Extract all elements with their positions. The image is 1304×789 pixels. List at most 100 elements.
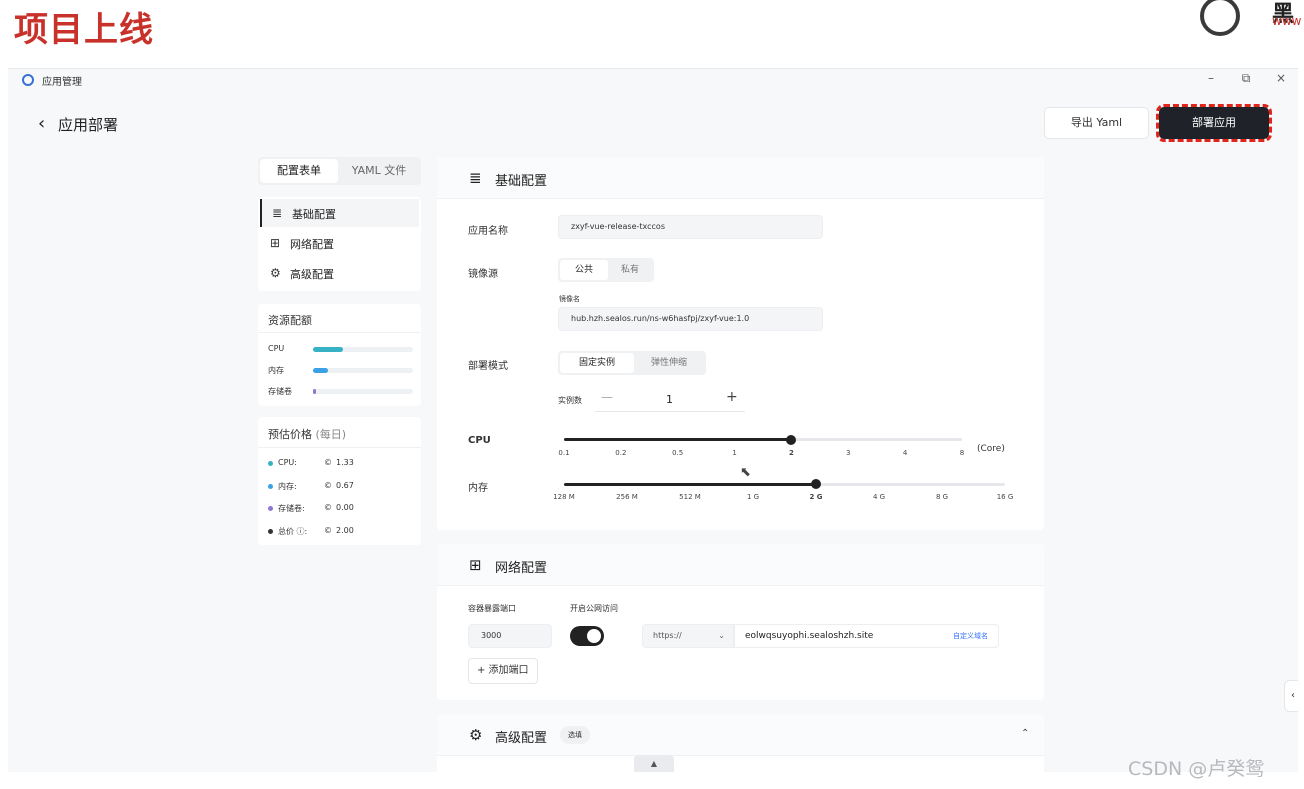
nav-item-advanced[interactable]: ⚙ 高级配置 bbox=[260, 259, 419, 287]
section-title: 网络配置 bbox=[495, 561, 548, 576]
back-chevron-icon[interactable]: ‹ bbox=[38, 113, 45, 134]
resource-bar-fill bbox=[313, 389, 316, 394]
app-window: 应用管理 – ⧉ × ‹ 应用部署 导出 Yaml 部署应用 配置表单 YAML… bbox=[8, 68, 1298, 772]
side-panel-toggle[interactable]: ‹ bbox=[1284, 680, 1298, 712]
cpu-tick-label[interactable]: 0.5 bbox=[672, 449, 683, 457]
price-label: CPU: bbox=[278, 458, 297, 467]
document-icon: ≣ bbox=[272, 206, 283, 220]
replicas-minus-button[interactable]: — bbox=[601, 390, 613, 404]
page-title: 应用部署 bbox=[58, 116, 119, 134]
memory-tick-label[interactable]: 4 G bbox=[873, 493, 885, 501]
memory-tick-label[interactable]: 2 G bbox=[809, 493, 822, 501]
logo-url: www bbox=[1272, 14, 1302, 28]
nav-item-label: 网络配置 bbox=[290, 238, 334, 251]
price-label: 存储卷: bbox=[278, 504, 305, 513]
legend-dot bbox=[268, 529, 273, 534]
close-button[interactable]: × bbox=[1271, 71, 1291, 85]
resource-label: 内存 bbox=[268, 366, 284, 375]
cpu-tick-label[interactable]: 3 bbox=[846, 449, 850, 457]
divider bbox=[258, 332, 421, 333]
protocol-select[interactable]: https:// ⌄ bbox=[642, 624, 734, 648]
cpu-tick-label[interactable]: 0.1 bbox=[558, 449, 569, 457]
protocol-value: https:// bbox=[653, 631, 682, 640]
scroll-up-button[interactable]: ▲ bbox=[634, 755, 674, 772]
resource-row-storage: 存储卷 bbox=[268, 386, 413, 398]
price-row-storage: 存储卷: © 0.00 bbox=[268, 503, 418, 515]
memory-tick-label[interactable]: 128 M bbox=[553, 493, 575, 501]
image-source-public[interactable]: 公共 bbox=[560, 260, 608, 280]
nav-item-label: 基础配置 bbox=[292, 208, 336, 221]
deploy-mode-fixed[interactable]: 固定实例 bbox=[560, 353, 634, 373]
network-icon: ⊞ bbox=[469, 556, 482, 574]
memory-label: 内存 bbox=[468, 483, 488, 494]
image-name-input[interactable]: hub.hzh.sealos.run/ns-w6hasfpj/zxyf-vue:… bbox=[558, 307, 823, 331]
section-header: ≣ 基础配置 bbox=[437, 157, 1044, 199]
app-logo-icon bbox=[22, 74, 34, 86]
public-access-toggle[interactable] bbox=[570, 626, 604, 646]
nav-item-network[interactable]: ⊞ 网络配置 bbox=[260, 229, 419, 257]
divider bbox=[258, 447, 421, 448]
memory-tick-label[interactable]: 256 M bbox=[616, 493, 638, 501]
cpu-slider-fill bbox=[564, 438, 792, 441]
restore-button[interactable]: ⧉ bbox=[1236, 71, 1256, 86]
deploy-app-button[interactable]: 部署应用 bbox=[1156, 104, 1272, 142]
document-icon: ≣ bbox=[469, 169, 482, 187]
mouse-cursor-icon: ⬉ bbox=[740, 465, 751, 480]
port-label: 容器暴露端口 bbox=[468, 604, 516, 613]
port-input[interactable]: 3000 bbox=[468, 624, 552, 648]
price-row-memory: 内存: © 0.67 bbox=[268, 481, 418, 493]
tab-yaml-file[interactable]: YAML 文件 bbox=[340, 159, 418, 183]
price-row-total: 总价 ⓘ: © 2.00 bbox=[268, 526, 418, 538]
app-name-label: 应用名称 bbox=[468, 226, 508, 237]
cpu-tick-label[interactable]: 8 bbox=[960, 449, 964, 457]
resource-quota-title: 资源配额 bbox=[268, 314, 312, 327]
memory-tick-label[interactable]: 512 M bbox=[679, 493, 701, 501]
price-value: 2.00 bbox=[336, 526, 354, 535]
gear-icon: ⚙ bbox=[469, 726, 483, 744]
replicas-plus-button[interactable]: + bbox=[726, 389, 738, 405]
add-port-button[interactable]: + 添加端口 bbox=[468, 658, 538, 684]
titlebar: 应用管理 – ⧉ × bbox=[8, 69, 1298, 91]
minimize-button[interactable]: – bbox=[1201, 71, 1221, 85]
logo-circle-icon bbox=[1200, 0, 1240, 36]
cpu-slider-thumb[interactable] bbox=[786, 435, 797, 445]
cpu-unit: (Core) bbox=[977, 444, 1005, 454]
price-row-cpu: CPU: © 1.33 bbox=[268, 458, 418, 470]
deploy-mode-elastic[interactable]: 弹性伸缩 bbox=[634, 353, 704, 373]
cpu-tick-label[interactable]: 0.2 bbox=[615, 449, 626, 457]
legend-dot bbox=[268, 461, 273, 466]
gear-icon: ⚙ bbox=[270, 266, 281, 280]
tab-config-form[interactable]: 配置表单 bbox=[260, 159, 338, 183]
memory-slider-thumb[interactable] bbox=[811, 479, 821, 489]
cpu-tick-label[interactable]: 4 bbox=[903, 449, 907, 457]
app-name-input[interactable]: zxyf-vue-release-txccos bbox=[558, 215, 823, 239]
price-estimate-card: 预估价格 (每日) CPU: © 1.33 内存: © 0.67 存储卷: © … bbox=[258, 417, 421, 545]
domain-field[interactable]: eolwqsuyophi.sealoshzh.site 自定义域名 bbox=[734, 624, 999, 648]
price-subtitle: (每日) bbox=[315, 428, 347, 441]
custom-domain-link[interactable]: 自定义域名 bbox=[953, 625, 988, 647]
image-name-label: 镜像名 bbox=[559, 295, 580, 303]
cpu-tick-label[interactable]: 2 bbox=[789, 449, 794, 457]
resource-bar bbox=[313, 389, 413, 394]
image-source-toggle: 公共 私有 bbox=[558, 258, 654, 282]
corner-logo: 黑 www bbox=[1200, 0, 1301, 36]
deploy-mode-label: 部署模式 bbox=[468, 361, 508, 372]
nav-item-basic[interactable]: ≣ 基础配置 bbox=[260, 199, 419, 227]
memory-tick-label[interactable]: 8 G bbox=[936, 493, 948, 501]
deploy-mode-toggle: 固定实例 弹性伸缩 bbox=[558, 351, 706, 375]
resource-quota-card: 资源配额 CPU 内存 存储卷 bbox=[258, 304, 421, 406]
cpu-label: CPU bbox=[468, 435, 491, 446]
export-yaml-button[interactable]: 导出 Yaml bbox=[1044, 107, 1149, 139]
image-source-private[interactable]: 私有 bbox=[608, 260, 652, 280]
cpu-tick-label[interactable]: 1 bbox=[732, 449, 736, 457]
section-nav: ≣ 基础配置 ⊞ 网络配置 ⚙ 高级配置 bbox=[258, 197, 421, 291]
memory-tick-label[interactable]: 16 G bbox=[997, 493, 1014, 501]
chevron-up-icon[interactable]: ⌃ bbox=[1021, 728, 1029, 739]
replicas-value[interactable]: 1 bbox=[666, 393, 673, 406]
resource-label: 存储卷 bbox=[268, 387, 292, 396]
coin-icon: © bbox=[324, 458, 332, 467]
section-header[interactable]: ⚙ 高级配置 选填 ⌃ bbox=[437, 714, 1044, 756]
memory-tick-label[interactable]: 1 G bbox=[747, 493, 759, 501]
advanced-config-card: ⚙ 高级配置 选填 ⌃ bbox=[437, 714, 1044, 772]
price-label: 内存: bbox=[278, 482, 297, 491]
